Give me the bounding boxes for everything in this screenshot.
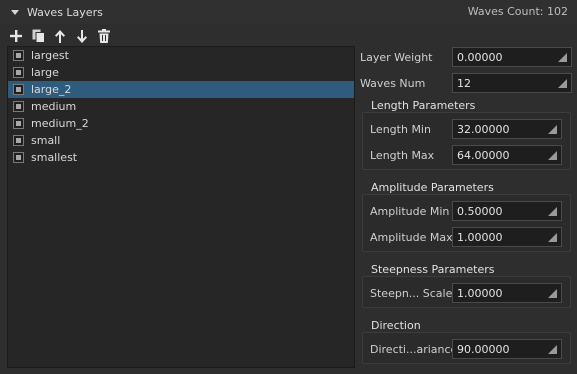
- resize-grip-icon[interactable]: [558, 79, 567, 88]
- list-item[interactable]: small: [8, 132, 354, 149]
- amplitude-max-field[interactable]: 1.00000: [452, 227, 562, 247]
- layer-weight-label: Layer Weight: [360, 51, 433, 64]
- length-min-value: 32.00000: [457, 122, 510, 136]
- length-group-title: Length Parameters: [371, 99, 476, 112]
- copy-icon[interactable]: [30, 28, 46, 44]
- collapse-arrow-icon[interactable]: [11, 9, 19, 15]
- resize-grip-icon[interactable]: [558, 53, 567, 62]
- waves-num-value: 12: [457, 76, 471, 90]
- length-max-label: Length Max: [370, 149, 435, 162]
- list-item[interactable]: medium: [8, 98, 354, 115]
- steepness-group-title: Steepness Parameters: [371, 263, 495, 276]
- layer-label: largest: [31, 49, 69, 62]
- layer-checkbox[interactable]: [13, 50, 24, 61]
- resize-grip-icon[interactable]: [548, 233, 557, 242]
- amplitude-min-value: 0.50000: [457, 204, 503, 218]
- resize-grip-icon[interactable]: [548, 345, 557, 354]
- layer-weight-field[interactable]: 0.00000: [452, 47, 572, 67]
- list-item[interactable]: smallest: [8, 149, 354, 166]
- direction-variance-label: Directi...ariance: [370, 343, 458, 356]
- list-item[interactable]: medium_2: [8, 115, 354, 132]
- waves-count: Waves Count: 102: [467, 5, 568, 18]
- layer-label: medium: [31, 100, 77, 113]
- list-item-selected[interactable]: large_2: [8, 81, 354, 98]
- resize-grip-icon[interactable]: [548, 125, 557, 134]
- list-item[interactable]: large: [8, 64, 354, 81]
- list-item[interactable]: largest: [8, 47, 354, 64]
- length-max-field[interactable]: 64.00000: [452, 145, 562, 165]
- resize-grip-icon[interactable]: [548, 207, 557, 216]
- length-max-value: 64.00000: [457, 148, 510, 162]
- amplitude-min-label: Amplitude Min: [370, 205, 450, 218]
- direction-variance-field[interactable]: 90.00000: [452, 339, 562, 359]
- layer-checkbox[interactable]: [13, 101, 24, 112]
- length-min-field[interactable]: 32.00000: [452, 119, 562, 139]
- amplitude-max-value: 1.00000: [457, 230, 503, 244]
- resize-grip-icon[interactable]: [548, 151, 557, 160]
- resize-grip-icon[interactable]: [548, 289, 557, 298]
- layer-weight-value: 0.00000: [457, 50, 503, 64]
- layers-toolbar: [8, 27, 112, 45]
- arrow-up-icon[interactable]: [52, 28, 68, 44]
- arrow-down-icon[interactable]: [74, 28, 90, 44]
- layers-list[interactable]: largest large large_2 medium medium_2 sm…: [7, 46, 355, 368]
- amplitude-max-label: Amplitude Max: [370, 231, 453, 244]
- plus-icon[interactable]: [8, 28, 24, 44]
- layer-checkbox[interactable]: [13, 152, 24, 163]
- length-min-label: Length Min: [370, 123, 431, 136]
- layer-label: large: [31, 66, 59, 79]
- layer-label: smallest: [31, 151, 78, 164]
- layer-checkbox[interactable]: [13, 135, 24, 146]
- layer-checkbox[interactable]: [13, 118, 24, 129]
- panel-title: Waves Layers: [27, 5, 103, 19]
- waves-num-label: Waves Num: [360, 77, 426, 90]
- amplitude-min-field[interactable]: 0.50000: [452, 201, 562, 221]
- waves-num-field[interactable]: 12: [452, 73, 572, 93]
- direction-variance-value: 90.00000: [457, 342, 510, 356]
- layer-checkbox[interactable]: [13, 67, 24, 78]
- steepness-scale-field[interactable]: 1.00000: [452, 283, 562, 303]
- amplitude-group-title: Amplitude Parameters: [371, 181, 494, 194]
- layer-label: small: [31, 134, 61, 147]
- layer-label: large_2: [31, 83, 72, 96]
- steepness-scale-label: Steepn... Scale: [370, 287, 453, 300]
- layer-label: medium_2: [31, 117, 89, 130]
- layer-checkbox[interactable]: [13, 84, 24, 95]
- trash-icon[interactable]: [96, 28, 112, 44]
- steepness-scale-value: 1.00000: [457, 286, 503, 300]
- panel-header[interactable]: Waves Layers Waves Count: 102: [0, 0, 577, 24]
- direction-group-title: Direction: [371, 319, 421, 332]
